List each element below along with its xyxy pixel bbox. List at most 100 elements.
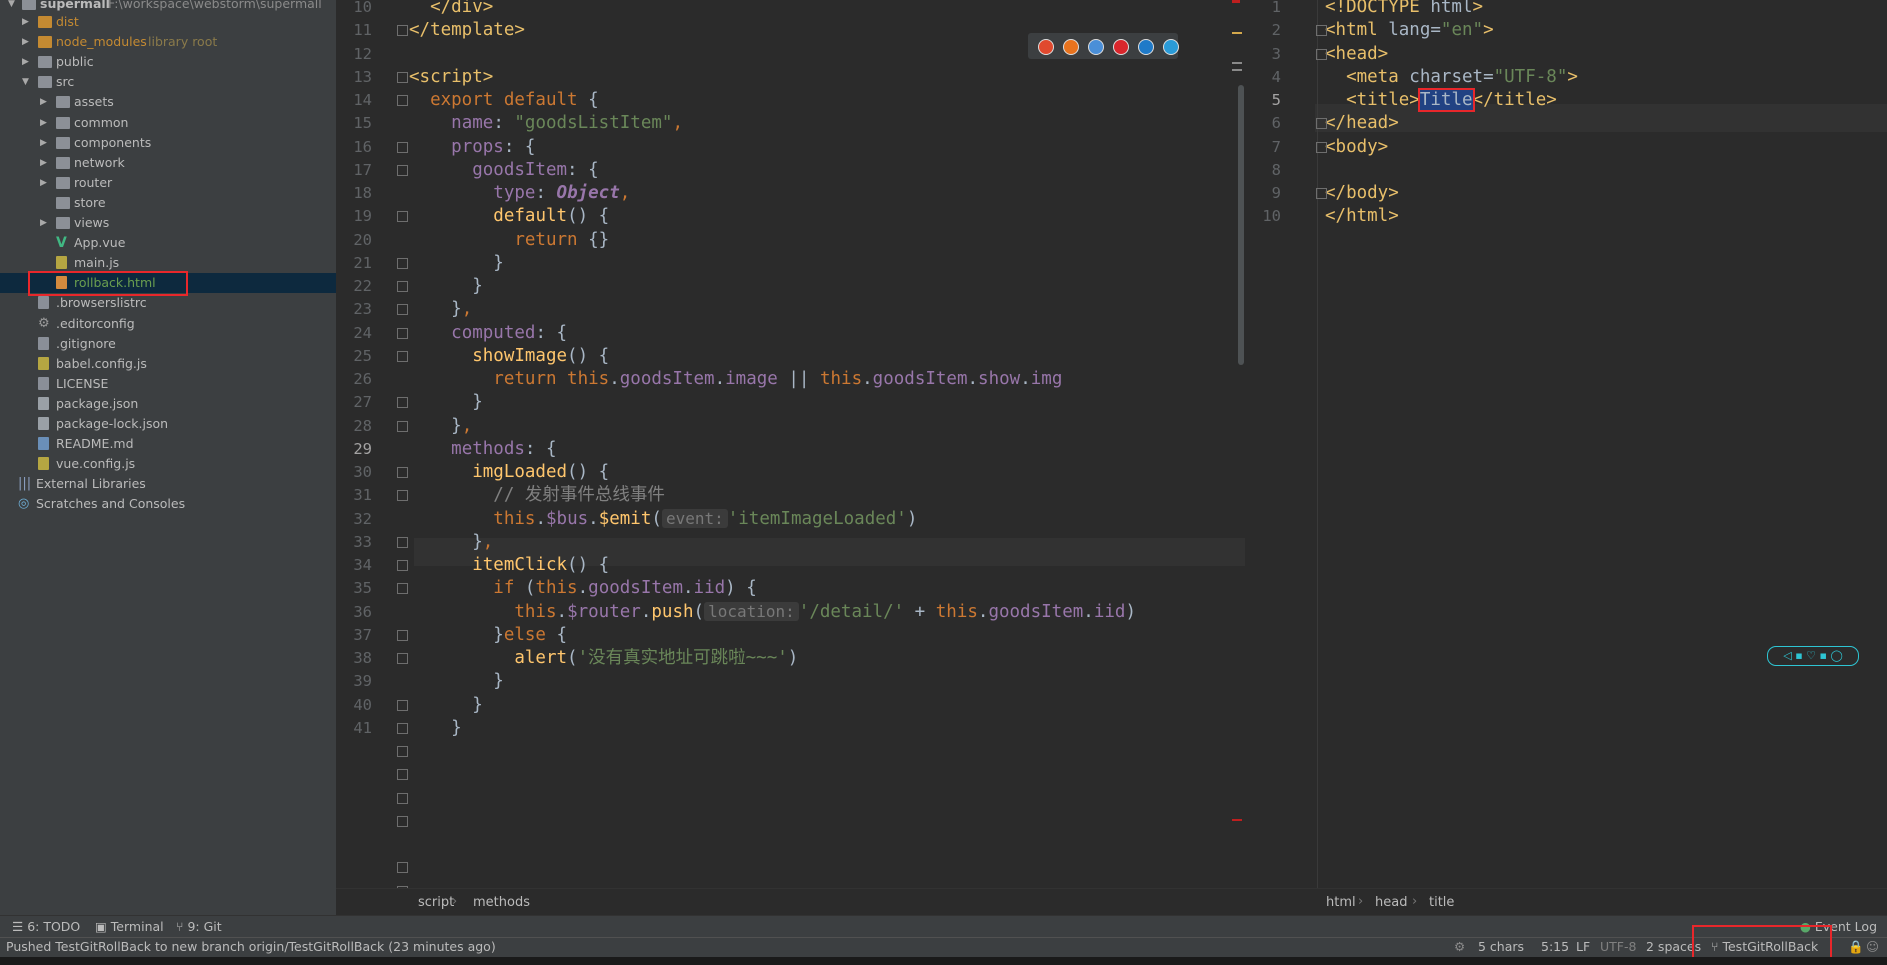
chrome-icon[interactable] <box>1038 39 1054 55</box>
inspector-icon[interactable]: ☺ <box>1866 937 1879 957</box>
code-token: "en" <box>1440 20 1484 41</box>
code-line[interactable]: return this.goodsItem.image || this.good… <box>409 365 1062 393</box>
code-line[interactable]: <body> <box>1325 133 1388 161</box>
git-tab[interactable]: ⑂ 9: Git <box>176 917 222 937</box>
todo-tab[interactable]: ☰ 6: TODO <box>12 917 80 937</box>
chevron-right-icon[interactable]: ▶ <box>40 153 47 173</box>
code-line[interactable]: } <box>409 714 462 742</box>
chevron-right-icon[interactable]: ▶ <box>40 133 47 153</box>
code-line[interactable]: </template> <box>409 16 525 44</box>
tree-item[interactable]: store <box>0 193 336 213</box>
fold-marker-icon[interactable] <box>397 653 408 664</box>
tree-item[interactable]: ▶ common <box>0 113 336 133</box>
safari-icon[interactable] <box>1088 39 1104 55</box>
tree-item[interactable]: package-lock.json <box>0 414 336 434</box>
fold-marker-icon[interactable] <box>397 397 408 409</box>
tree-item[interactable]: V App.vue <box>0 233 336 253</box>
fold-marker-icon[interactable] <box>397 746 408 757</box>
tree-item[interactable]: babel.config.js <box>0 354 336 374</box>
chevron-down-icon[interactable]: ▼ <box>22 72 29 92</box>
chevron-right-icon[interactable]: ▶ <box>22 12 29 32</box>
fold-marker-icon[interactable] <box>1316 188 1327 199</box>
tree-item[interactable]: .gitignore <box>0 334 336 354</box>
chevron-right-icon[interactable]: ▶ <box>40 213 47 233</box>
tree-item[interactable]: ▶ public <box>0 52 336 72</box>
editor-rollback-html[interactable]: 1 <!DOCTYPE html> 2 <html lang="en"> 3 <head>… <box>1245 0 1887 916</box>
scrollbar-thumb[interactable] <box>1238 85 1244 365</box>
code-token: show <box>978 369 1021 389</box>
tree-item-label: .browserslistrc <box>56 295 147 311</box>
breadcrumb-item[interactable]: title <box>1429 895 1454 910</box>
fold-marker-icon[interactable] <box>397 536 408 548</box>
fold-marker-icon[interactable] <box>397 792 408 804</box>
tree-item[interactable]: ▶ assets <box>0 92 336 112</box>
tree-item[interactable]: LICENSE <box>0 374 336 394</box>
code-token: () { <box>567 555 610 575</box>
fold-marker-icon[interactable] <box>1316 118 1327 130</box>
opera-icon[interactable] <box>1113 39 1129 55</box>
lock-icon[interactable]: 🔒 <box>1848 937 1864 957</box>
fold-marker-icon[interactable] <box>1316 48 1327 60</box>
tree-item[interactable]: ▶ node_modules library root <box>0 32 336 52</box>
fold-marker-icon[interactable] <box>397 141 408 153</box>
fold-marker-icon[interactable] <box>397 467 408 478</box>
tree-item[interactable]: ||| External Libraries <box>0 474 336 494</box>
fold-marker-icon[interactable] <box>397 722 408 734</box>
fold-marker-icon[interactable] <box>397 420 408 432</box>
fold-marker-icon[interactable] <box>397 281 408 292</box>
status-message[interactable]: Pushed TestGitRollBack to new branch ori… <box>6 937 496 957</box>
fold-marker-icon[interactable] <box>397 815 408 827</box>
fold-marker-icon[interactable] <box>1316 25 1327 37</box>
tree-item[interactable]: ▶ network <box>0 153 336 173</box>
tree-item[interactable]: ▼ src <box>0 72 336 92</box>
tree-item[interactable]: ▶ components <box>0 133 336 153</box>
tree-item[interactable]: ▶ router <box>0 173 336 193</box>
breadcrumb-item[interactable]: html <box>1326 895 1356 910</box>
fold-marker-icon[interactable] <box>397 71 408 83</box>
fold-marker-icon[interactable] <box>397 560 408 571</box>
chevron-right-icon[interactable]: ▶ <box>22 32 29 52</box>
tree-item[interactable]: .browserslistrc <box>0 293 336 313</box>
tree-item[interactable]: ▶ dist <box>0 12 336 32</box>
file-encoding[interactable]: UTF-8 <box>1600 937 1636 957</box>
fold-marker-icon[interactable] <box>397 164 408 176</box>
fold-marker-icon[interactable] <box>397 629 408 641</box>
ie-icon[interactable] <box>1138 39 1154 55</box>
fold-marker-icon[interactable] <box>397 350 408 362</box>
tree-item[interactable]: ⚙ .editorconfig <box>0 314 336 334</box>
fold-marker-icon[interactable] <box>397 583 408 595</box>
line-number: 30 <box>353 463 372 481</box>
tree-item[interactable]: ▶ views <box>0 213 336 233</box>
chevron-right-icon[interactable]: ▶ <box>40 113 47 133</box>
edge-icon[interactable] <box>1163 39 1179 55</box>
firefox-icon[interactable] <box>1063 39 1079 55</box>
chevron-right-icon[interactable]: ▶ <box>40 173 47 193</box>
breadcrumb-item[interactable]: methods <box>473 895 530 910</box>
selection-chars[interactable]: 5 chars <box>1478 937 1524 957</box>
fold-marker-icon[interactable] <box>397 490 408 502</box>
fold-marker-icon[interactable] <box>397 304 408 316</box>
caret-position[interactable]: 5:15 <box>1541 937 1569 957</box>
breadcrumb-item[interactable]: head <box>1375 895 1407 910</box>
fold-marker-icon[interactable] <box>397 95 408 106</box>
fold-marker-icon[interactable] <box>397 211 408 223</box>
fold-marker-icon[interactable] <box>397 862 408 874</box>
chevron-right-icon[interactable]: ▶ <box>22 52 29 72</box>
line-separator[interactable]: LF <box>1576 937 1590 957</box>
editor-goods-list-item[interactable]: 10 </div> 11 </template> 12 13 <script> 14 exp… <box>336 0 1245 943</box>
tree-item[interactable]: README.md <box>0 434 336 454</box>
fold-marker-icon[interactable] <box>397 25 408 37</box>
terminal-tab[interactable]: ▣ Terminal <box>95 917 164 937</box>
code-line[interactable]: </html> <box>1325 202 1399 230</box>
breadcrumb-item[interactable]: script <box>418 895 454 910</box>
fold-marker-icon[interactable] <box>397 257 408 269</box>
tree-item[interactable]: package.json <box>0 394 336 414</box>
fold-marker-icon[interactable] <box>1316 141 1327 153</box>
fold-marker-icon[interactable] <box>397 327 408 339</box>
tree-item[interactable]: vue.config.js <box>0 454 336 474</box>
chevron-right-icon[interactable]: ▶ <box>40 92 47 112</box>
tree-item-label: store <box>74 194 106 210</box>
tree-item[interactable]: ◎ Scratches and Consoles <box>0 494 336 514</box>
fold-marker-icon[interactable] <box>397 699 408 711</box>
fold-marker-icon[interactable] <box>397 769 408 781</box>
